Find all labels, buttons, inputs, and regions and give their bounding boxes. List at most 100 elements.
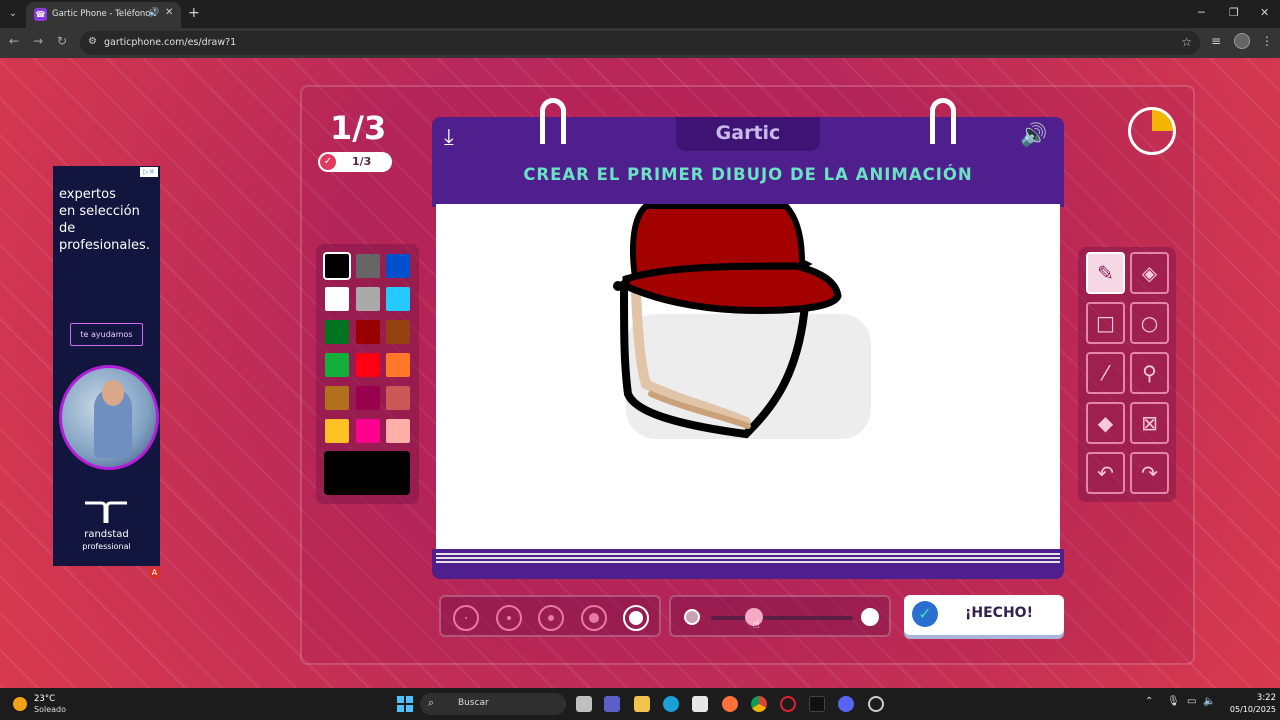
sound-icon[interactable]: 🔊	[1020, 123, 1047, 148]
ad-headline-line: en selección	[59, 204, 140, 219]
current-color-preview[interactable]	[324, 451, 410, 495]
chrome-icon[interactable]	[751, 696, 767, 712]
page-edge	[436, 561, 1060, 563]
color-swatch[interactable]	[386, 254, 410, 278]
windows-taskbar: 23°C Soleado ⌕ Buscar ⌃ 🎙 ▭ 🔈 3:22 05/10…	[0, 688, 1280, 720]
discord-icon[interactable]	[838, 696, 854, 712]
drawing-canvas[interactable]	[436, 203, 1060, 549]
advertisement[interactable]: ▷✕ expertos en selección de profesionale…	[53, 166, 160, 566]
color-swatch[interactable]	[325, 353, 349, 377]
firefox-icon[interactable]	[722, 696, 738, 712]
file-explorer-icon[interactable]	[634, 696, 650, 712]
brush-size-2[interactable]	[496, 605, 522, 631]
eraser-icon[interactable]: ◈	[1130, 252, 1169, 294]
restore-icon[interactable]: ❐	[1229, 6, 1239, 19]
site-info-icon[interactable]: ⚙	[88, 36, 97, 47]
color-swatch[interactable]	[386, 287, 410, 311]
reload-icon[interactable]: ↻	[57, 34, 67, 48]
task-view-icon[interactable]	[576, 696, 592, 712]
rectangle-icon[interactable]: □	[1086, 302, 1125, 344]
color-swatch[interactable]	[355, 386, 380, 410]
clear-icon[interactable]: ⊠	[1130, 402, 1169, 444]
edge-icon[interactable]	[663, 696, 679, 712]
forward-icon[interactable]: →	[33, 34, 43, 48]
tab-title: Gartic Phone - Teléfono De	[52, 9, 156, 19]
color-swatch[interactable]	[386, 419, 410, 443]
sun-icon[interactable]	[13, 697, 27, 711]
ad-person-face	[102, 380, 124, 406]
browser-menu-icon[interactable]: ⋮	[1261, 34, 1273, 48]
url-text[interactable]: garticphone.com/es/draw?1	[104, 37, 236, 48]
ellipse-icon[interactable]: ○	[1130, 302, 1169, 344]
ad-headline-line: de	[59, 221, 76, 236]
eyedropper-icon[interactable]: ⚲	[1130, 352, 1169, 394]
undo-icon[interactable]: ↶	[1086, 452, 1125, 494]
bookmark-star-icon[interactable]: ☆	[1181, 35, 1192, 49]
tray-chevron-icon[interactable]: ⌃	[1145, 696, 1153, 707]
store-icon[interactable]	[692, 696, 708, 712]
done-button[interactable]: ✓ ¡HECHO!	[904, 595, 1064, 635]
tab-audio-icon[interactable]: 🔊	[148, 8, 159, 18]
brush-size-5[interactable]	[623, 605, 649, 631]
gartic-logo: Gartic	[715, 122, 781, 144]
brush-size-3[interactable]	[538, 605, 564, 631]
download-icon[interactable]: ⤓	[444, 125, 454, 150]
color-swatch[interactable]	[355, 254, 380, 278]
weather-temp[interactable]: 23°C	[34, 694, 55, 704]
windows-start-icon[interactable]	[397, 696, 413, 712]
opera-icon[interactable]	[780, 696, 796, 712]
minimize-icon[interactable]: ─	[1198, 6, 1205, 19]
weather-desc[interactable]: Soleado	[34, 705, 66, 714]
opacity-min-icon	[684, 609, 700, 625]
done-label: ¡HECHO!	[965, 605, 1033, 621]
gartic-favicon-icon: ☎	[34, 8, 47, 21]
color-swatch[interactable]	[386, 320, 410, 344]
media-control-icon[interactable]: ≡	[1211, 34, 1221, 48]
color-swatch[interactable]	[325, 287, 349, 311]
clock-time[interactable]: 3:22	[1236, 693, 1276, 703]
game-panel: 1/3 ✓ 1/3 ⤓ Gartic 🔊 CREAR EL PRIMER DIB…	[300, 85, 1195, 665]
tab-close-icon[interactable]: ✕	[165, 7, 173, 18]
chatgpt-icon[interactable]	[868, 696, 884, 712]
tab-search-chevron-icon[interactable]: ⌄	[4, 5, 22, 23]
microphone-icon[interactable]: 🎙	[1167, 696, 1180, 707]
pencil-icon[interactable]: ✎	[1086, 252, 1125, 294]
color-swatch[interactable]	[325, 320, 349, 344]
opacity-track[interactable]	[711, 616, 853, 620]
teams-icon[interactable]	[604, 696, 620, 712]
drawing	[613, 203, 871, 439]
opacity-slider[interactable]: ☝	[669, 595, 891, 637]
color-swatch[interactable]	[355, 353, 380, 377]
round-badge-text: 1/3	[352, 155, 372, 168]
ad-cta-button[interactable]: te ayudamos	[70, 323, 143, 346]
taskbar-search[interactable]: ⌕ Buscar	[420, 693, 566, 715]
ad-info-icon[interactable]: ▷✕	[140, 167, 158, 177]
color-swatch[interactable]	[325, 419, 349, 443]
volume-icon[interactable]: 🔈	[1203, 696, 1215, 707]
network-icon[interactable]: ▭	[1187, 696, 1196, 707]
line-icon[interactable]: ⁄	[1086, 352, 1125, 394]
new-tab-icon[interactable]: +	[188, 4, 200, 22]
brush-size-4[interactable]	[581, 605, 607, 631]
profile-avatar[interactable]	[1234, 33, 1250, 49]
color-swatch[interactable]	[325, 386, 349, 410]
color-swatch[interactable]	[386, 386, 410, 410]
color-swatch[interactable]	[355, 287, 380, 311]
color-swatch[interactable]	[386, 353, 410, 377]
color-swatch[interactable]	[355, 320, 380, 344]
terminal-icon[interactable]	[809, 696, 825, 712]
adchoices-icon[interactable]: A	[149, 567, 160, 578]
color-swatch[interactable]	[323, 252, 351, 280]
mouse-cursor-icon: ☝	[752, 617, 760, 631]
window-close-icon[interactable]: ✕	[1260, 6, 1269, 19]
clock-date[interactable]: 05/10/2025	[1220, 705, 1276, 714]
back-icon[interactable]: ←	[9, 34, 19, 48]
browser-tab[interactable]: ☎ Gartic Phone - Teléfono De 🔊 ✕	[26, 2, 181, 28]
ear-mark	[613, 281, 623, 291]
brush-size-1[interactable]	[453, 605, 479, 631]
fill-icon[interactable]: ◆	[1086, 402, 1125, 444]
redo-icon[interactable]: ↷	[1130, 452, 1169, 494]
address-bar[interactable]: ⚙ garticphone.com/es/draw?1 ☆	[80, 31, 1200, 55]
notebook-header: ⤓ Gartic 🔊 CREAR EL PRIMER DIBUJO DE LA …	[432, 117, 1064, 207]
color-swatch[interactable]	[355, 419, 380, 443]
